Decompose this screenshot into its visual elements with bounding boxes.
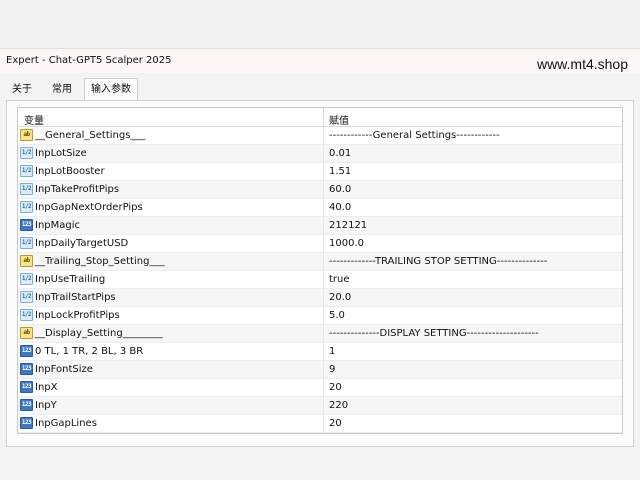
table-row[interactable]: 123 InpX 20 — [18, 379, 622, 397]
table-row[interactable]: 1/2 InpTakeProfitPips 60.0 — [18, 181, 622, 199]
double-icon: 1/2 — [20, 291, 33, 303]
table-row[interactable]: ab __Display_Setting________ -------------… — [18, 325, 622, 343]
double-icon: 1/2 — [20, 165, 33, 177]
parameter-value[interactable]: 20 — [329, 382, 342, 393]
string-icon: ab — [20, 255, 33, 267]
table-row[interactable]: 1/2 InpTrailStartPips 20.0 — [18, 289, 622, 307]
column-divider[interactable] — [323, 108, 324, 126]
table-row[interactable]: 123 InpFontSize 9 — [18, 361, 622, 379]
table-row[interactable]: 1/2 InpGapNextOrderPips 40.0 — [18, 199, 622, 217]
parameter-name: InpY — [35, 400, 57, 411]
parameter-value[interactable]: --------------DISPLAY SETTING-----------… — [329, 328, 539, 339]
tab-common[interactable]: 常用 — [46, 80, 78, 99]
cell-divider — [323, 199, 324, 216]
parameter-name: InpTrailStartPips — [35, 292, 116, 303]
parameter-value[interactable]: -------------TRAILING STOP SETTING------… — [329, 256, 547, 267]
table-header: 变量 赋值 — [18, 108, 622, 127]
table-row[interactable]: 1/2 InpLotBooster 1.51 — [18, 163, 622, 181]
table-row[interactable]: ab __Trailing_Stop_Setting___ ------------… — [18, 253, 622, 271]
parameter-value[interactable]: ------------General Settings------------ — [329, 130, 500, 141]
window-title: Expert - Chat-GPT5 Scalper 2025 — [6, 55, 172, 66]
parameter-name: __Display_Setting________ — [35, 328, 163, 339]
cell-divider — [323, 271, 324, 288]
parameter-name: InpLotSize — [35, 148, 87, 159]
cell-divider — [323, 415, 324, 432]
parameter-name: __Trailing_Stop_Setting___ — [35, 256, 165, 267]
string-icon: ab — [20, 327, 33, 339]
boolean-icon: 1/2 — [20, 273, 33, 285]
cell-divider — [323, 145, 324, 162]
cell-divider — [323, 379, 324, 396]
integer-icon: 123 — [20, 345, 33, 357]
parameter-value[interactable]: 20 — [329, 418, 342, 429]
parameter-name: 0 TL, 1 TR, 2 BL, 3 BR — [35, 346, 144, 357]
integer-icon: 123 — [20, 417, 33, 429]
cell-divider — [323, 163, 324, 180]
parameter-value[interactable]: 212121 — [329, 220, 367, 231]
cell-divider — [323, 397, 324, 414]
desktop-strip — [0, 0, 640, 48]
watermark-text: www.mt4.shop — [536, 56, 628, 72]
parameter-value[interactable]: 0.01 — [329, 148, 351, 159]
parameter-name: InpDailyTargetUSD — [35, 238, 129, 249]
double-icon: 1/2 — [20, 237, 33, 249]
cell-divider — [323, 307, 324, 324]
table-row[interactable]: 123 0 TL, 1 TR, 2 BL, 3 BR 1 — [18, 343, 622, 361]
tab-inputs[interactable]: 输入参数 — [84, 78, 138, 100]
table-body: ab __General_Settings___ ------------Gener… — [18, 127, 622, 433]
parameter-name: InpX — [35, 382, 58, 393]
header-value[interactable]: 赋值 — [329, 112, 349, 127]
parameter-value[interactable]: 40.0 — [329, 202, 351, 213]
table-row[interactable]: ab __General_Settings___ ------------Gener… — [18, 127, 622, 145]
table-row[interactable]: 1/2 InpLockProfitPips 5.0 — [18, 307, 622, 325]
parameter-value[interactable]: 20.0 — [329, 292, 351, 303]
double-icon: 1/2 — [20, 201, 33, 213]
parameter-name: InpUseTrailing — [35, 274, 106, 285]
cell-divider — [323, 325, 324, 342]
table-row[interactable]: 123 InpY 220 — [18, 397, 622, 415]
table-row[interactable]: 123 InpGapLines 20 — [18, 415, 622, 433]
cell-divider — [323, 217, 324, 234]
cell-divider — [323, 289, 324, 306]
parameter-value[interactable]: 5.0 — [329, 310, 345, 321]
integer-icon: 123 — [20, 381, 33, 393]
parameter-name: __General_Settings___ — [35, 130, 146, 141]
table-row[interactable]: 1/2 InpLotSize 0.01 — [18, 145, 622, 163]
double-icon: 1/2 — [20, 309, 33, 321]
parameter-name: InpGapLines — [35, 418, 97, 429]
cell-divider — [323, 253, 324, 270]
double-icon: 1/2 — [20, 183, 33, 195]
parameter-value[interactable]: 60.0 — [329, 184, 351, 195]
table-row[interactable]: 123 InpMagic 212121 — [18, 217, 622, 235]
parameter-value[interactable]: 1000.0 — [329, 238, 364, 249]
cell-divider — [323, 127, 324, 144]
parameter-name: InpTakeProfitPips — [35, 184, 120, 195]
integer-icon: 123 — [20, 219, 33, 231]
parameters-table: 变量 赋值 ab __General_Settings___ -----------… — [17, 107, 623, 434]
parameter-value[interactable]: true — [329, 274, 350, 285]
parameter-value[interactable]: 9 — [329, 364, 335, 375]
parameter-name: InpMagic — [35, 220, 81, 231]
table-row[interactable]: 1/2 InpUseTrailing true — [18, 271, 622, 289]
integer-icon: 123 — [20, 399, 33, 411]
cell-divider — [323, 361, 324, 378]
integer-icon: 123 — [20, 363, 33, 375]
inputs-panel: 变量 赋值 ab __General_Settings___ -----------… — [6, 100, 634, 447]
parameter-name: InpLotBooster — [35, 166, 105, 177]
parameter-name: InpFontSize — [35, 364, 93, 375]
cell-divider — [323, 343, 324, 360]
parameter-name: InpGapNextOrderPips — [35, 202, 143, 213]
parameter-value[interactable]: 220 — [329, 400, 348, 411]
tab-bar: 关于 常用 输入参数 — [0, 78, 640, 100]
parameter-value[interactable]: 1 — [329, 346, 335, 357]
table-row[interactable]: 1/2 InpDailyTargetUSD 1000.0 — [18, 235, 622, 253]
tab-about[interactable]: 关于 — [6, 80, 38, 99]
double-icon: 1/2 — [20, 147, 33, 159]
parameter-name: InpLockProfitPips — [35, 310, 120, 321]
parameter-value[interactable]: 1.51 — [329, 166, 351, 177]
string-icon: ab — [20, 129, 33, 141]
cell-divider — [323, 181, 324, 198]
cell-divider — [323, 235, 324, 252]
header-variable[interactable]: 变量 — [24, 112, 44, 127]
